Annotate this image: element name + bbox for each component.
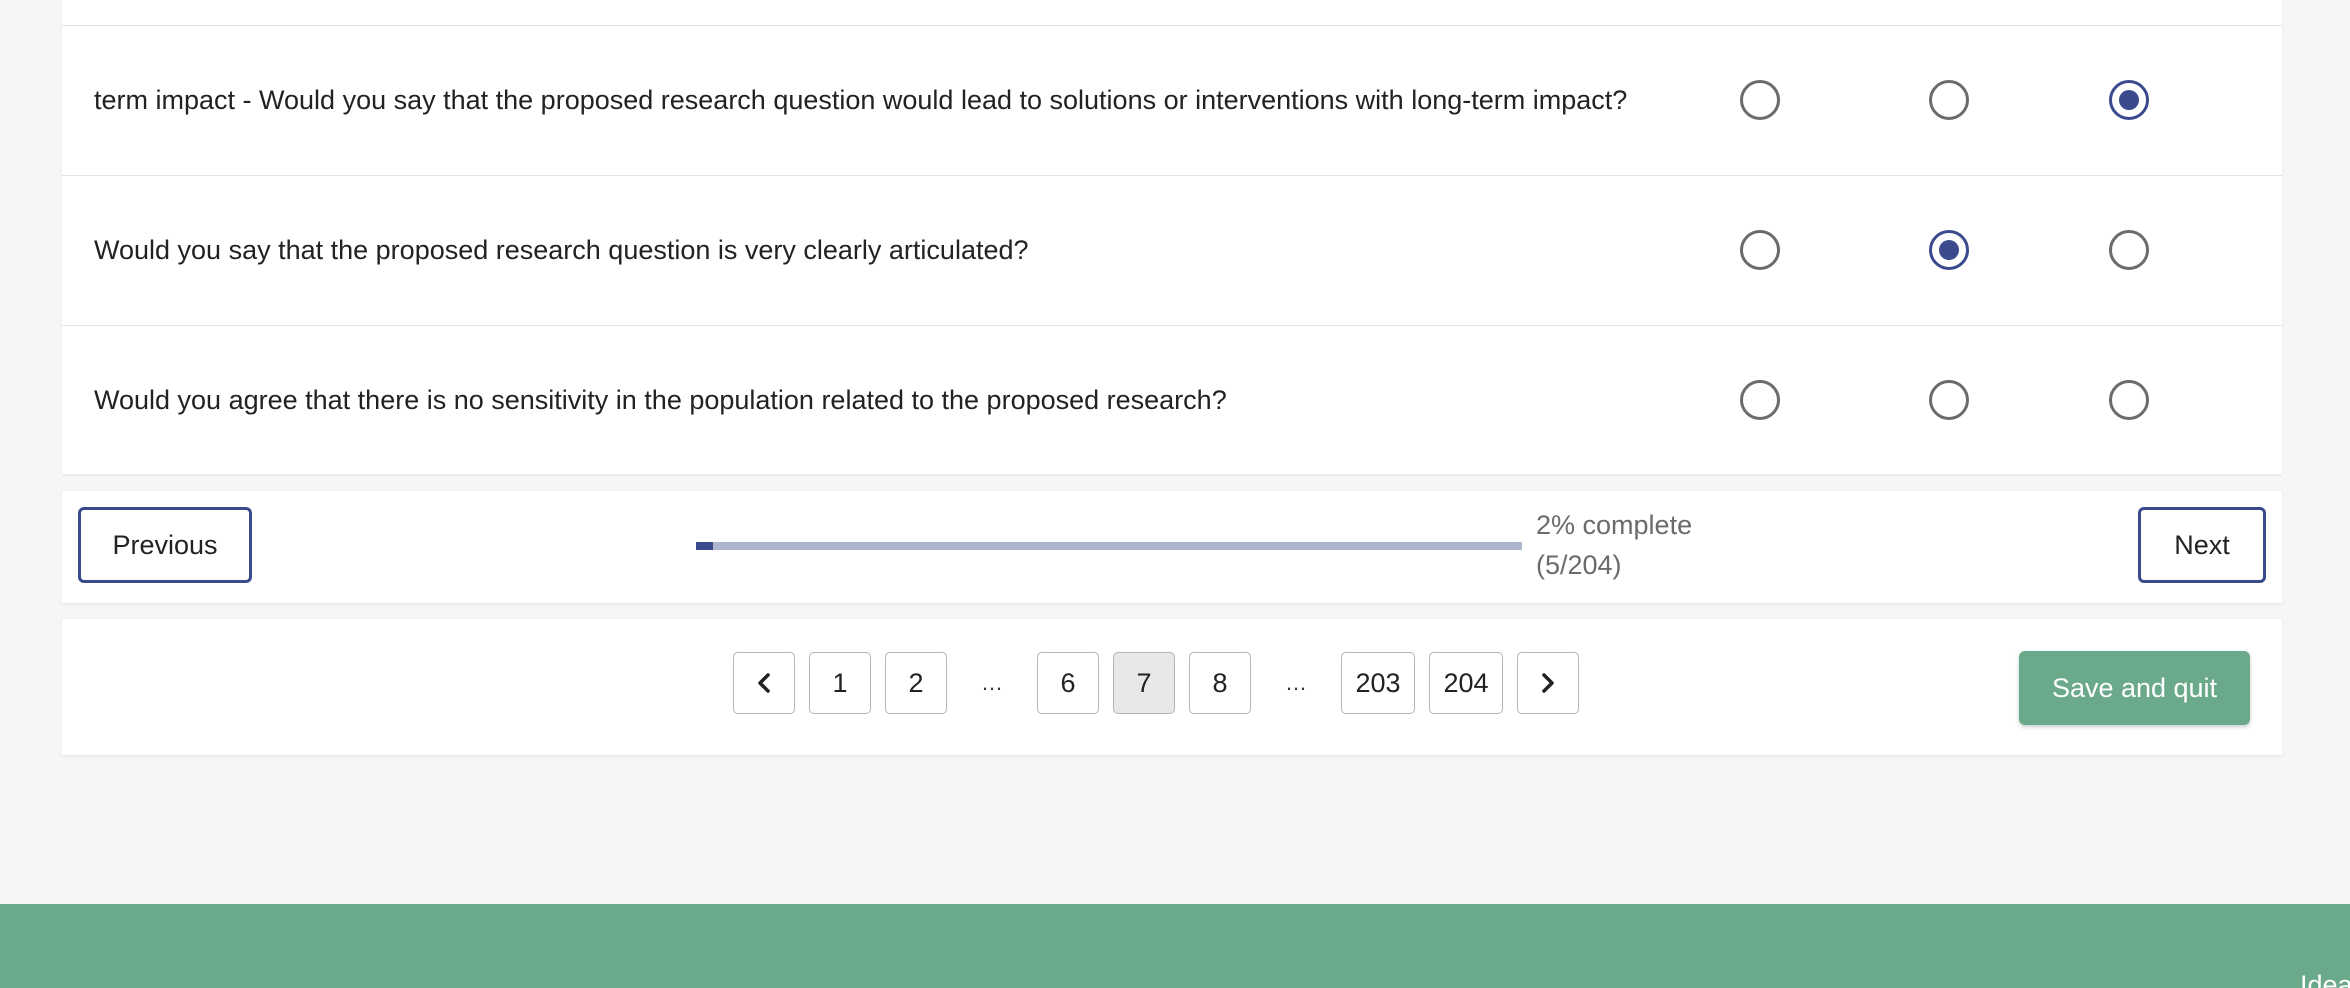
answer-radio-option-2[interactable] — [1929, 80, 1969, 120]
pagination-prev-button[interactable] — [733, 652, 795, 714]
progress-text: 2% complete (5/204) — [1536, 505, 1736, 585]
next-button[interactable]: Next — [2138, 507, 2266, 583]
progress-bar — [696, 542, 1522, 550]
pagination-page-203[interactable]: 203 — [1341, 652, 1415, 714]
footer-text: Idea — [2300, 970, 2350, 988]
answer-radio-option-3[interactable] — [2109, 380, 2149, 420]
pagination-ellipsis: … — [981, 670, 1003, 695]
pagination-page-8[interactable]: 8 — [1189, 652, 1251, 714]
answer-radio-option-1[interactable] — [1740, 380, 1780, 420]
answer-radio-option-3[interactable] — [2109, 80, 2149, 120]
answer-radio-option-1[interactable] — [1740, 230, 1780, 270]
chevron-right-icon — [1542, 673, 1554, 693]
pagination-page-7-current[interactable]: 7 — [1113, 652, 1175, 714]
answer-radio-option-1[interactable] — [1740, 80, 1780, 120]
footer: Idea — [0, 904, 2350, 988]
question-text: Would you agree that there is no sensiti… — [94, 385, 1227, 415]
answer-radio-option-2[interactable] — [1929, 380, 1969, 420]
question-row: Would you agree that there is no sensiti… — [62, 325, 2282, 474]
answer-radio-option-3[interactable] — [2109, 230, 2149, 270]
pagination-page-1[interactable]: 1 — [809, 652, 871, 714]
question-row: Would you say that the proposed research… — [62, 175, 2282, 324]
question-text: term impact - Would you say that the pro… — [94, 85, 1628, 115]
question-row: term impact - Would you say that the pro… — [62, 25, 2282, 174]
pagination-next-button[interactable] — [1517, 652, 1579, 714]
survey-page: term impact - Would you say that the pro… — [0, 0, 2350, 988]
question-table: term impact - Would you say that the pro… — [62, 0, 2282, 474]
survey-navigation: Previous 2% complete (5/204) Next — [62, 491, 2282, 603]
save-and-quit-button[interactable]: Save and quit — [2019, 651, 2250, 725]
pagination-page-2[interactable]: 2 — [885, 652, 947, 714]
question-text: Would you say that the proposed research… — [94, 235, 1029, 265]
progress-percent-label: 2% complete — [1536, 510, 1693, 540]
chevron-left-icon — [758, 673, 770, 693]
answer-radio-option-2[interactable] — [1929, 230, 1969, 270]
pagination-bar: 1 2 … 6 7 8 … 203 204 Save and quit — [62, 619, 2282, 755]
previous-button[interactable]: Previous — [78, 507, 252, 583]
pagination-page-6[interactable]: 6 — [1037, 652, 1099, 714]
pagination-ellipsis: … — [1285, 670, 1307, 695]
progress-count-label: (5/204) — [1536, 550, 1622, 580]
pagination-page-204[interactable]: 204 — [1429, 652, 1503, 714]
progress-bar-fill — [696, 542, 713, 550]
